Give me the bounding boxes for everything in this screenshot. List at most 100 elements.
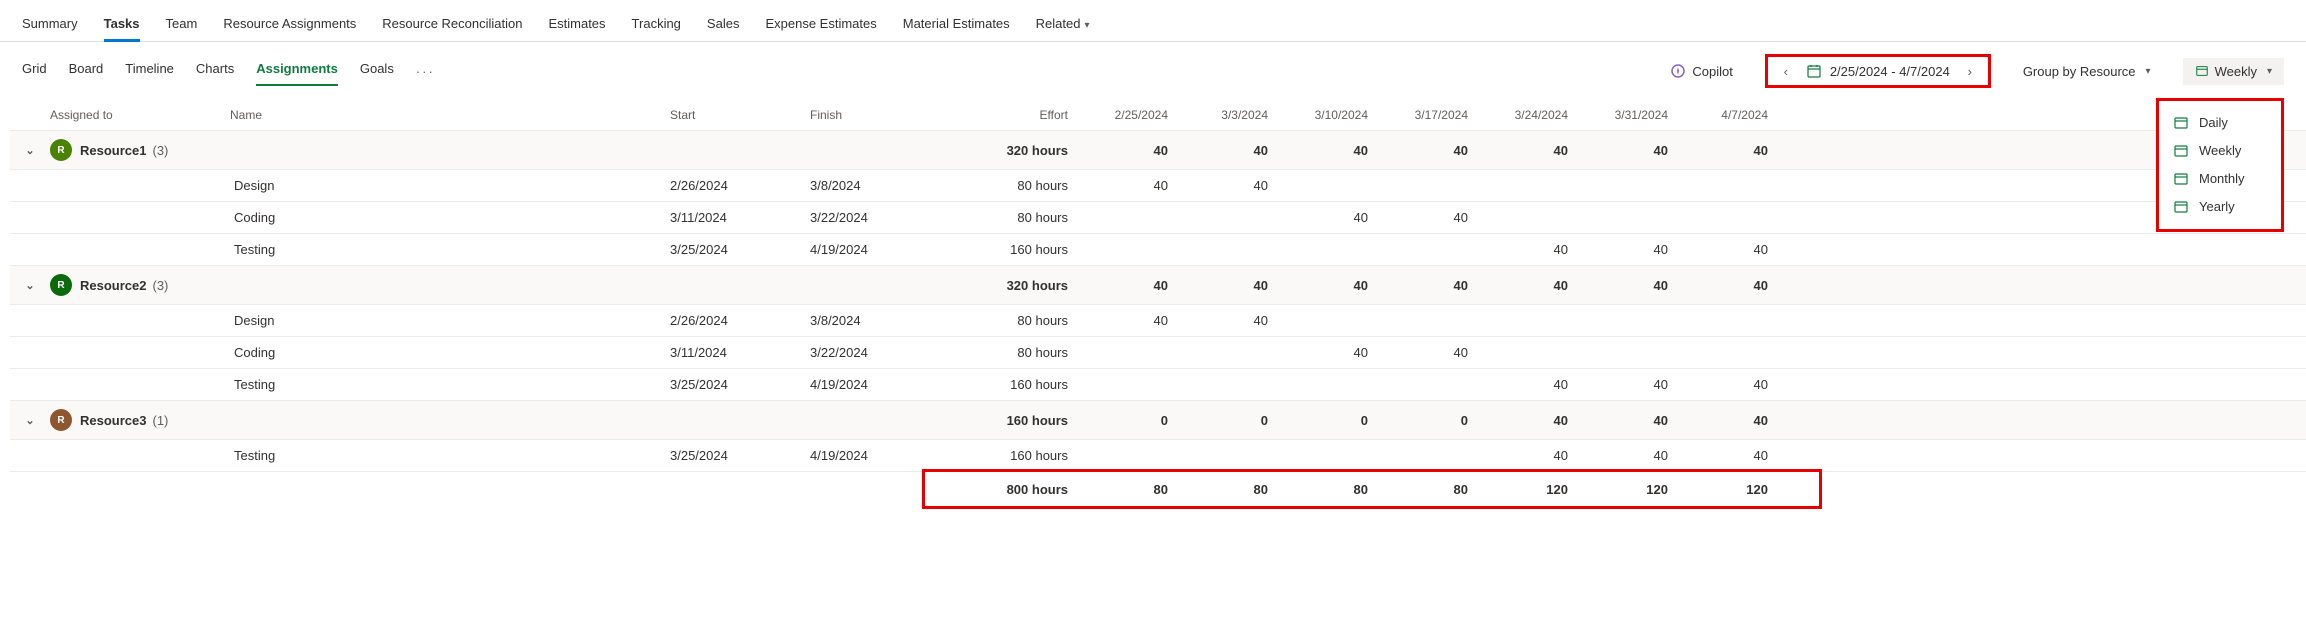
resource-group-row[interactable]: ⌄RResource2(3)320 hours40404040404040 (10, 265, 2306, 304)
group-cell: 40 (1580, 278, 1680, 293)
sub-tab-assignments[interactable]: Assignments (256, 57, 338, 86)
top-tabs: Summary Tasks Team Resource Assignments Reso… (0, 0, 2306, 42)
task-row[interactable]: Coding3/11/20243/22/202480 hours4040 (10, 201, 2306, 233)
top-tab-estimates[interactable]: Estimates (548, 10, 605, 41)
task-finish: 3/22/2024 (810, 210, 950, 225)
col-date[interactable]: 3/17/2024 (1380, 108, 1480, 122)
resource-group-row[interactable]: ⌄RResource3(1)160 hours0000404040 (10, 400, 2306, 439)
timescale-option-label: Monthly (2199, 171, 2245, 186)
col-start[interactable]: Start (670, 108, 810, 122)
top-tab-team[interactable]: Team (166, 10, 198, 41)
date-prev-button[interactable]: ‹ (1778, 64, 1794, 79)
copilot-button[interactable]: Copilot (1660, 59, 1742, 83)
task-count: (3) (152, 143, 168, 158)
task-finish: 4/19/2024 (810, 377, 950, 392)
group-by-label: Group by Resource (2023, 64, 2136, 79)
group-cell: 40 (1680, 143, 1780, 158)
sub-tab-grid[interactable]: Grid (22, 57, 47, 86)
col-date[interactable]: 3/10/2024 (1280, 108, 1380, 122)
group-cell: 40 (1280, 278, 1380, 293)
col-finish[interactable]: Finish (810, 108, 950, 122)
timescale-option-monthly[interactable]: Monthly (2169, 165, 2267, 193)
task-name: Testing (230, 448, 670, 463)
task-cell: 40 (1680, 242, 1780, 257)
task-name: Testing (230, 377, 670, 392)
task-count: (1) (152, 413, 168, 428)
task-row[interactable]: Design2/26/20243/8/202480 hours4040 (10, 304, 2306, 336)
top-tab-expense-estimates[interactable]: Expense Estimates (765, 10, 876, 41)
resource-name: RResource2(3) (50, 274, 230, 296)
task-cell: 40 (1280, 345, 1380, 360)
group-cell: 40 (1680, 413, 1780, 428)
col-effort[interactable]: Effort (950, 108, 1080, 122)
timescale-label: Weekly (2215, 64, 2257, 79)
timescale-option-daily[interactable]: Daily (2169, 109, 2267, 137)
calendar-icon (2173, 199, 2189, 215)
resource-group-row[interactable]: ⌄RResource1(3)320 hours40404040404040 (10, 130, 2306, 169)
task-name: Design (230, 313, 670, 328)
sub-tab-timeline[interactable]: Timeline (125, 57, 174, 86)
task-start: 2/26/2024 (670, 178, 810, 193)
task-start: 3/25/2024 (670, 377, 810, 392)
task-start: 2/26/2024 (670, 313, 810, 328)
sub-tab-charts[interactable]: Charts (196, 57, 234, 86)
timescale-option-weekly[interactable]: Weekly (2169, 137, 2267, 165)
task-cell: 40 (1580, 377, 1680, 392)
top-tab-summary[interactable]: Summary (22, 10, 78, 41)
group-cell: 40 (1180, 278, 1280, 293)
toolbar: GridBoardTimelineChartsAssignmentsGoals … (0, 42, 2306, 100)
date-range-button[interactable]: 2/25/2024 - 4/7/2024 (1806, 63, 1950, 79)
expand-toggle[interactable]: ⌄ (10, 279, 50, 292)
group-cell: 40 (1380, 143, 1480, 158)
task-row[interactable]: Testing3/25/20244/19/2024160 hours404040 (10, 233, 2306, 265)
top-tab-sales[interactable]: Sales (707, 10, 740, 41)
task-cell: 40 (1180, 178, 1280, 193)
group-effort: 320 hours (950, 278, 1080, 293)
timescale-dropdown-button[interactable]: Weekly ▾ (2183, 58, 2284, 85)
task-effort: 160 hours (950, 377, 1080, 392)
task-row[interactable]: Testing3/25/20244/19/2024160 hours404040 (10, 439, 2306, 471)
group-effort: 160 hours (950, 413, 1080, 428)
task-cell: 40 (1480, 242, 1580, 257)
task-effort: 80 hours (950, 178, 1080, 193)
col-date[interactable]: 2/25/2024 (1080, 108, 1180, 122)
timescale-option-label: Yearly (2199, 199, 2235, 214)
expand-toggle[interactable]: ⌄ (10, 414, 50, 427)
task-row[interactable]: Testing3/25/20244/19/2024160 hours404040 (10, 368, 2306, 400)
col-date[interactable]: 3/3/2024 (1180, 108, 1280, 122)
col-assigned-to[interactable]: Assigned to (50, 108, 230, 122)
top-tab-related[interactable]: Related▾ (1036, 10, 1090, 41)
calendar-week-icon (2195, 64, 2209, 78)
task-cell: 40 (1680, 448, 1780, 463)
col-date[interactable]: 3/31/2024 (1580, 108, 1680, 122)
task-effort: 160 hours (950, 242, 1080, 257)
timescale-option-label: Weekly (2199, 143, 2241, 158)
calendar-icon (2173, 171, 2189, 187)
group-cell: 40 (1480, 278, 1580, 293)
group-cell: 0 (1380, 413, 1480, 428)
col-date[interactable]: 4/7/2024 (1680, 108, 1780, 122)
top-tab-resource-assignments[interactable]: Resource Assignments (223, 10, 356, 41)
task-effort: 160 hours (950, 448, 1080, 463)
group-by-dropdown[interactable]: Group by Resource ▾ (2013, 58, 2161, 85)
task-row[interactable]: Coding3/11/20243/22/202480 hours4040 (10, 336, 2306, 368)
more-commands[interactable]: ··· (416, 64, 435, 79)
task-row[interactable]: Design2/26/20243/8/202480 hours4040 (10, 169, 2306, 201)
top-tab-resource-reconciliation[interactable]: Resource Reconciliation (382, 10, 522, 41)
expand-toggle[interactable]: ⌄ (10, 144, 50, 157)
sub-tab-goals[interactable]: Goals (360, 57, 394, 86)
task-finish: 3/8/2024 (810, 313, 950, 328)
calendar-icon (2173, 143, 2189, 159)
top-tab-material-estimates[interactable]: Material Estimates (903, 10, 1010, 41)
sub-tab-board[interactable]: Board (69, 57, 104, 86)
top-tab-tasks[interactable]: Tasks (104, 10, 140, 41)
top-tab-tracking[interactable]: Tracking (632, 10, 681, 41)
timescale-option-label: Daily (2199, 115, 2228, 130)
total-cell: 80 (1080, 482, 1180, 497)
col-name[interactable]: Name (230, 108, 670, 122)
date-next-button[interactable]: › (1962, 64, 1978, 79)
timescale-option-yearly[interactable]: Yearly (2169, 193, 2267, 221)
col-date[interactable]: 3/24/2024 (1480, 108, 1580, 122)
timescale-dropdown-menu: Daily Weekly Monthly Yearly (2156, 98, 2284, 232)
calendar-icon (2173, 115, 2189, 131)
